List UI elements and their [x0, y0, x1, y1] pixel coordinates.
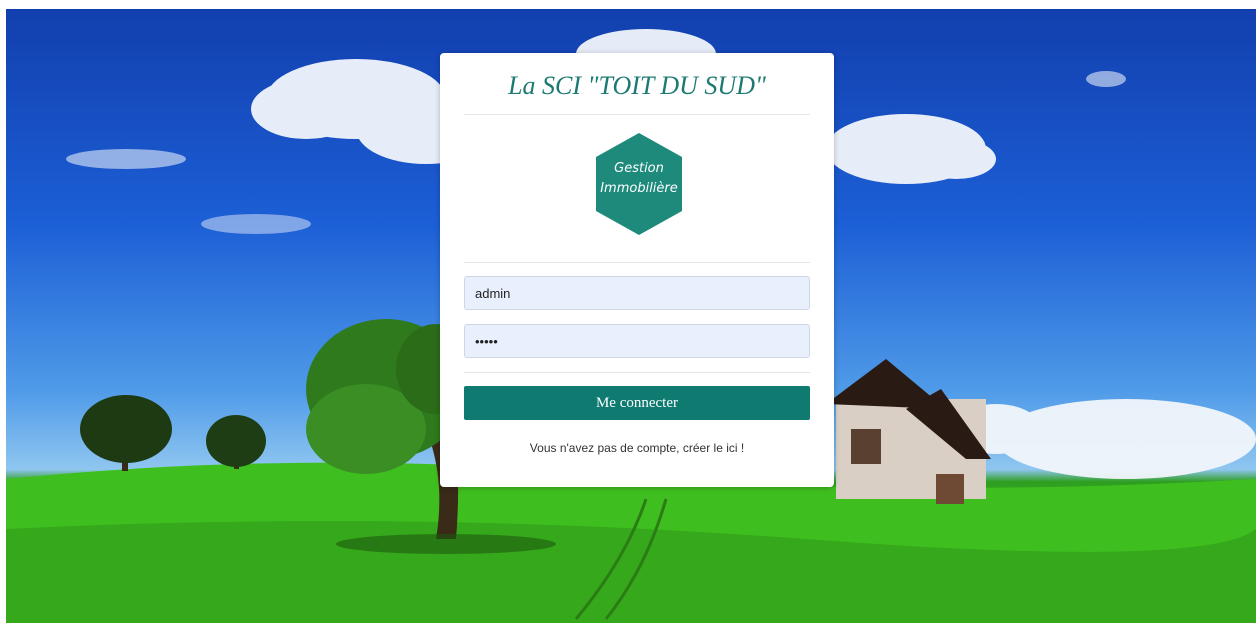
logo: Gestion Immobilière [592, 131, 686, 237]
login-button[interactable]: Me connecter [464, 386, 810, 420]
username-input[interactable] [464, 276, 810, 310]
signup-link[interactable]: Vous n'avez pas de compte, créer le ici … [440, 441, 834, 455]
title-divider [464, 114, 810, 115]
form-divider [464, 372, 810, 373]
logo-line-2: Immobilière [600, 181, 678, 196]
login-card: La SCI "TOIT DU SUD" Gestion Immobilière… [440, 53, 834, 487]
page-title: La SCI "TOIT DU SUD" [508, 71, 766, 100]
logo-divider [464, 262, 810, 263]
password-input[interactable] [464, 324, 810, 358]
logo-line-1: Gestion [614, 161, 664, 176]
